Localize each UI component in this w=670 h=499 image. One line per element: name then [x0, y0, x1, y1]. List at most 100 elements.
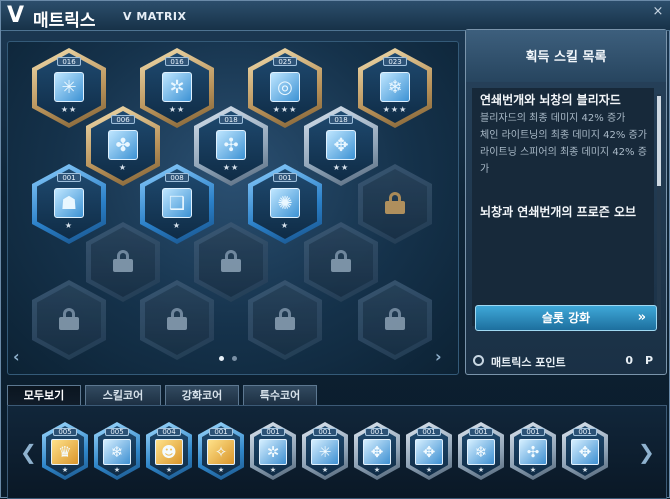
locked-slot[interactable] — [358, 164, 432, 244]
core-level-badge: 005 — [53, 428, 77, 436]
core-level-badge: 001 — [261, 428, 285, 436]
golem-icon: ☗ — [54, 188, 84, 218]
core-level-badge: 006 — [111, 115, 135, 124]
matrix-point-icon — [473, 355, 484, 366]
core-level-badge: 001 — [365, 428, 389, 436]
fairy-icon: ☻ — [155, 439, 183, 465]
core-star-icon: ★ — [269, 466, 277, 474]
matrix-next-arrow-icon[interactable]: › — [435, 347, 442, 366]
ice-shard-icon: ✣ — [519, 439, 547, 465]
matrix-core-slot[interactable]: 018 ✥ ★★ — [304, 106, 378, 186]
core-star-icon: ★ — [165, 466, 173, 474]
matrix-core-slot[interactable]: 006 ✤ ★ — [86, 106, 160, 186]
tab-enhance-core[interactable]: 강화코어 — [165, 385, 239, 405]
core-star-icon: ★ — [477, 466, 485, 474]
spark-icon: ✧ — [207, 439, 235, 465]
tab-special-core[interactable]: 특수코어 — [243, 385, 317, 405]
core-stars: ★★ — [60, 105, 78, 114]
core-level-badge: 008 — [165, 173, 189, 182]
locked-slot[interactable] — [140, 280, 214, 360]
title-v-mark: V — [7, 3, 26, 28]
core-stars: ★★ — [168, 105, 186, 114]
lock-icon — [385, 308, 405, 330]
core-list-item[interactable]: 005 ❄ ★ — [94, 422, 140, 480]
skill-desc: 블리자드의 최종 데미지 42% 증가 — [480, 113, 626, 124]
panel-title: 획득 스킬 목록 — [525, 50, 607, 65]
skill-list[interactable]: 연쇄번개와 뇌창의 블리자드 블리자드의 최종 데미지 42% 증가 체인 라이… — [472, 88, 654, 326]
ice-spirit-icon: ❄ — [380, 72, 410, 102]
lock-icon — [221, 250, 241, 272]
close-icon[interactable]: × — [651, 5, 665, 19]
core-list-item[interactable]: 001 ❄ ★ — [458, 422, 504, 480]
locked-slot[interactable] — [304, 222, 378, 302]
sun-core-icon: ✺ — [270, 188, 300, 218]
core-star-icon: ★ — [61, 466, 69, 474]
core-stars: ★ — [118, 163, 128, 172]
core-list-item[interactable]: 005 ♛ ★ — [42, 422, 88, 480]
core-level-badge: 001 — [209, 428, 233, 436]
ice-branch-icon: ✥ — [571, 439, 599, 465]
core-list-next-arrow-icon[interactable]: ❯ — [638, 440, 655, 464]
core-star-icon: ★ — [581, 466, 589, 474]
slot-upgrade-button[interactable]: 슬롯 강화 » — [475, 305, 657, 331]
title-bar[interactable]: V 매트릭스 V MATRIX × — [1, 1, 670, 31]
tab-skill-core[interactable]: 스킬코어 — [85, 385, 161, 405]
locked-slot[interactable] — [86, 222, 160, 302]
locked-slot[interactable] — [194, 222, 268, 302]
skill-desc: 체인 라이트닝의 최종 데미지 42% 증가 — [480, 130, 647, 141]
skill-desc: 라이트닝 스피어의 최종 데미지 42% 증가 — [480, 147, 647, 175]
core-list-item[interactable]: 001 ✳ ★ — [302, 422, 348, 480]
matrix-core-slot[interactable]: 018 ✣ ★★ — [194, 106, 268, 186]
core-list-item[interactable]: 001 ✥ ★ — [354, 422, 400, 480]
lock-icon — [113, 250, 133, 272]
page-dot-2[interactable] — [232, 356, 237, 361]
matrix-core-slot[interactable]: 016 ✲ ★★ — [140, 48, 214, 128]
core-list-item[interactable]: 001 ✥ ★ — [406, 422, 452, 480]
core-level-badge: 018 — [329, 115, 353, 124]
core-stars: ★ — [280, 221, 290, 230]
core-level-badge: 004 — [157, 428, 181, 436]
matrix-core-slot[interactable]: 025 ◎ ★★★ — [248, 48, 322, 128]
core-list-item[interactable]: 001 ✣ ★ — [510, 422, 556, 480]
locked-slot[interactable] — [32, 280, 106, 360]
scrollbar-thumb[interactable] — [657, 96, 661, 186]
core-level-badge: 001 — [273, 173, 297, 182]
angel-icon: ♛ — [51, 439, 79, 465]
core-level-badge: 001 — [469, 428, 493, 436]
locked-slot[interactable] — [358, 280, 432, 360]
ice-cross-icon: ✳ — [54, 72, 84, 102]
core-list-prev-arrow-icon[interactable]: ❮ — [20, 440, 37, 464]
matrix-prev-arrow-icon[interactable]: ‹ — [13, 347, 20, 366]
lock-icon — [275, 308, 295, 330]
matrix-core-slot[interactable]: 001 ✺ ★ — [248, 164, 322, 244]
core-list-item[interactable]: 004 ☻ ★ — [146, 422, 192, 480]
page-dot-1[interactable] — [219, 356, 224, 361]
matrix-core-slot[interactable]: 008 ❑ ★ — [140, 164, 214, 244]
window-title-en: V MATRIX — [123, 10, 187, 23]
matrix-points: 매트릭스 포인트 0 P — [471, 353, 665, 371]
tab-all[interactable]: 모두보기 — [7, 385, 81, 405]
ice-ring-icon: ◎ — [270, 72, 300, 102]
matrix-core-slot[interactable]: 016 ✳ ★★ — [32, 48, 106, 128]
locked-slot[interactable] — [248, 280, 322, 360]
matrix-core-slot[interactable]: 001 ☗ ★ — [32, 164, 106, 244]
matrix-core-slot[interactable]: 023 ❄ ★★★ — [358, 48, 432, 128]
core-level-badge: 001 — [573, 428, 597, 436]
core-level-badge: 001 — [313, 428, 337, 436]
lock-icon — [385, 192, 405, 214]
core-star-icon: ★ — [113, 466, 121, 474]
skill-list-scrollbar[interactable] — [657, 94, 661, 320]
core-level-badge: 001 — [417, 428, 441, 436]
core-level-badge: 001 — [521, 428, 545, 436]
snowflake-icon: ❄ — [103, 439, 131, 465]
lock-icon — [59, 308, 79, 330]
core-list-item[interactable]: 001 ✧ ★ — [198, 422, 244, 480]
slot-upgrade-label: 슬롯 강화 — [541, 311, 591, 325]
window-title: 매트릭스 — [33, 11, 96, 31]
lock-icon — [167, 308, 187, 330]
core-stars: ★★★ — [272, 105, 298, 114]
core-list-item[interactable]: 001 ✲ ★ — [250, 422, 296, 480]
ice-dash-icon: ✲ — [259, 439, 287, 465]
core-list-item[interactable]: 001 ✥ ★ — [562, 422, 608, 480]
ice-shard-icon: ✣ — [216, 130, 246, 160]
